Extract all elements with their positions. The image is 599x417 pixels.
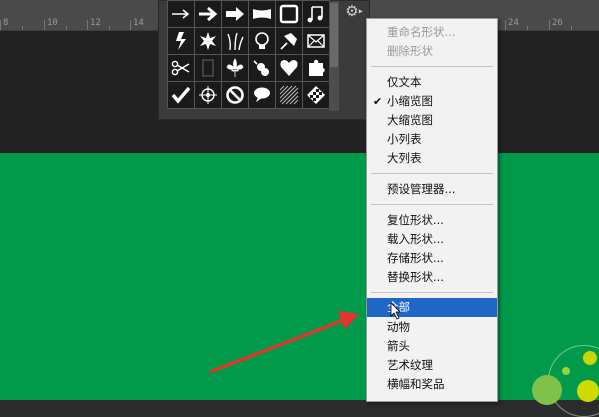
- annotation-overlay: [209, 302, 401, 374]
- mouse-pointer-icon: [390, 302, 401, 320]
- annotation-arrow: [209, 311, 359, 374]
